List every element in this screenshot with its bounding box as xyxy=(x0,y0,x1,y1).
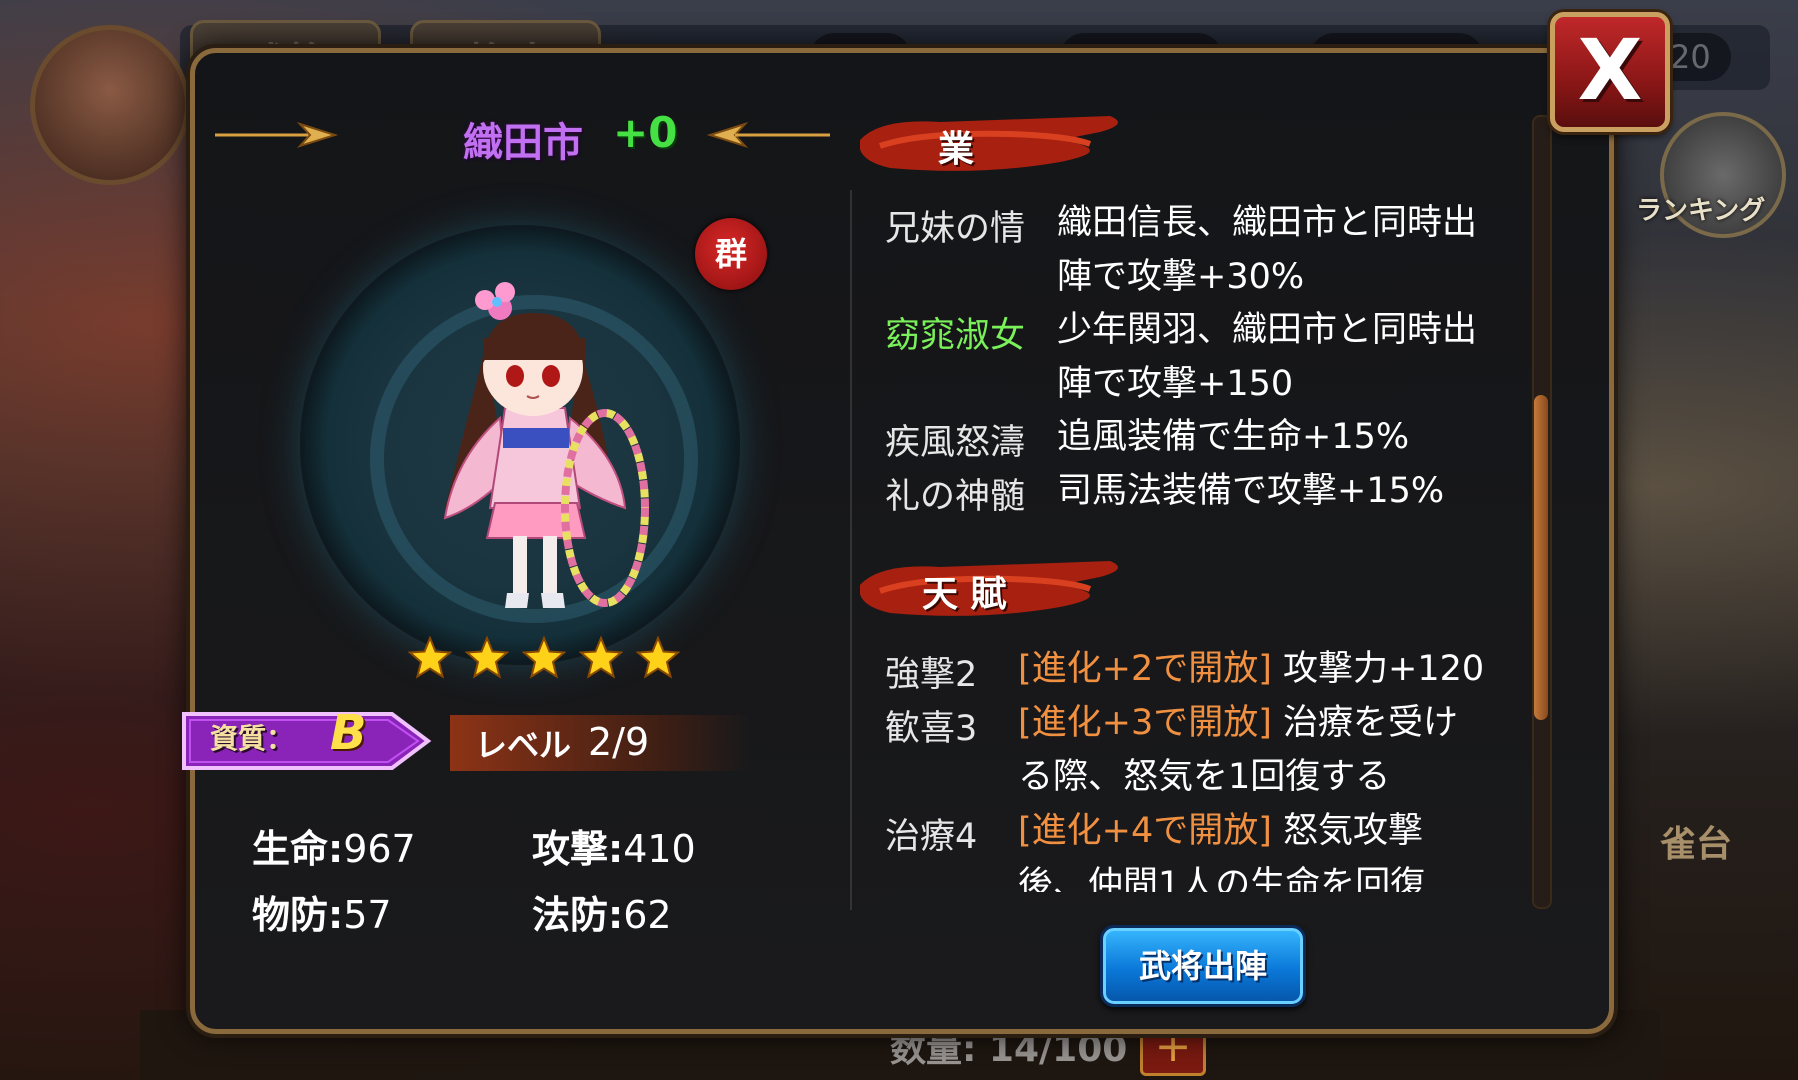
stat-attack-value: 410 xyxy=(623,827,696,871)
quality-label: 資質： xyxy=(210,722,295,755)
talent-cond-2: [進化+3で開放] xyxy=(1018,703,1272,743)
talent-list: 強撃2 [進化+2で開放] 攻撃力+120 歓喜3 [進化+3で開放] 治療を受… xyxy=(870,630,1530,892)
hero-portrait[interactable] xyxy=(405,278,705,623)
bonds-title: 業 xyxy=(938,129,975,170)
stat-physical-defense: 物防:57 xyxy=(252,884,392,939)
talent-desc-1: [進化+2で開放] 攻撃力+120 xyxy=(1018,642,1488,696)
stat-magic-defense: 法防:62 xyxy=(532,884,672,939)
talent-name-1: 強撃2 xyxy=(885,655,978,695)
close-button[interactable]: X xyxy=(1550,12,1670,132)
talent-cond-1: [進化+2で開放] xyxy=(1018,649,1272,689)
bond-name-4: 礼の神髄 xyxy=(885,477,1026,517)
stat-attack: 攻撃:410 xyxy=(532,818,696,873)
star-icon xyxy=(579,636,623,679)
bond-desc-4: 司馬法装備で攻撃+15% xyxy=(1057,471,1445,511)
deploy-hero-button[interactable]: 武将出陣 xyxy=(1100,925,1306,1007)
star-icon xyxy=(636,636,680,679)
stat-mdef-label: 法防: xyxy=(532,893,624,937)
bond-name-1: 兄妹の情 xyxy=(885,209,1026,249)
talents-header: 天 賦 xyxy=(860,555,1160,625)
ornament-right-icon xyxy=(706,121,830,149)
panel-divider xyxy=(850,190,852,910)
hero-evolution-level: +0 xyxy=(613,108,678,157)
talent-desc-3: [進化+4で開放] 怒気攻撃後、仲間1人の生命を回復 xyxy=(1018,804,1488,892)
stat-pdef-value: 57 xyxy=(343,893,392,937)
scrollbar-thumb[interactable] xyxy=(1534,395,1548,720)
bonds-header: 業 xyxy=(860,110,1160,180)
talent-desc-2: [進化+3で開放] 治療を受ける際、怒気を1回復する xyxy=(1018,696,1488,804)
hero-name: 織田市 xyxy=(463,120,583,166)
star-icon xyxy=(522,636,566,679)
talent-name-2: 歓喜3 xyxy=(885,709,978,749)
star-rating xyxy=(408,636,693,684)
quality-value: B xyxy=(330,705,367,761)
stat-attack-label: 攻撃: xyxy=(532,827,624,871)
player-avatar[interactable] xyxy=(30,25,190,185)
level-value: 2/9 xyxy=(588,720,650,764)
stat-pdef-label: 物防: xyxy=(252,893,344,937)
star-icon xyxy=(408,636,452,679)
bond-desc-3: 追風装備で生命+15% xyxy=(1057,417,1410,457)
faction-badge: 群 xyxy=(695,218,767,290)
stat-mdef-value: 62 xyxy=(623,893,672,937)
talent-text-1: 攻撃力+120 xyxy=(1283,649,1485,689)
talent-name-3: 治療4 xyxy=(885,817,978,857)
talent-cond-3: [進化+4で開放] xyxy=(1018,811,1272,851)
level-label: レベル xyxy=(475,726,572,764)
ranking-label: ランキング xyxy=(1636,196,1766,226)
bond-name-2: 窈窕淑女 xyxy=(885,316,1026,356)
hero-name-row: 織田市 +0 xyxy=(215,100,845,170)
ornament-left-icon xyxy=(215,121,339,149)
side-menu-label: 雀台 xyxy=(1660,824,1733,865)
bond-desc-2: 少年関羽、織田市と同時出陣で攻撃+150 xyxy=(1057,310,1478,404)
bond-desc-1: 織田信長、織田市と同時出陣で攻撃+30% xyxy=(1057,203,1478,297)
talents-title: 天 賦 xyxy=(922,574,1007,615)
stat-hp-value: 967 xyxy=(343,827,416,871)
stat-hp-label: 生命: xyxy=(252,827,344,871)
bond-name-3: 疾風怒濤 xyxy=(885,423,1026,463)
stat-hp: 生命:967 xyxy=(252,818,416,873)
star-icon xyxy=(465,636,509,679)
brush-stroke-icon xyxy=(860,116,1118,171)
